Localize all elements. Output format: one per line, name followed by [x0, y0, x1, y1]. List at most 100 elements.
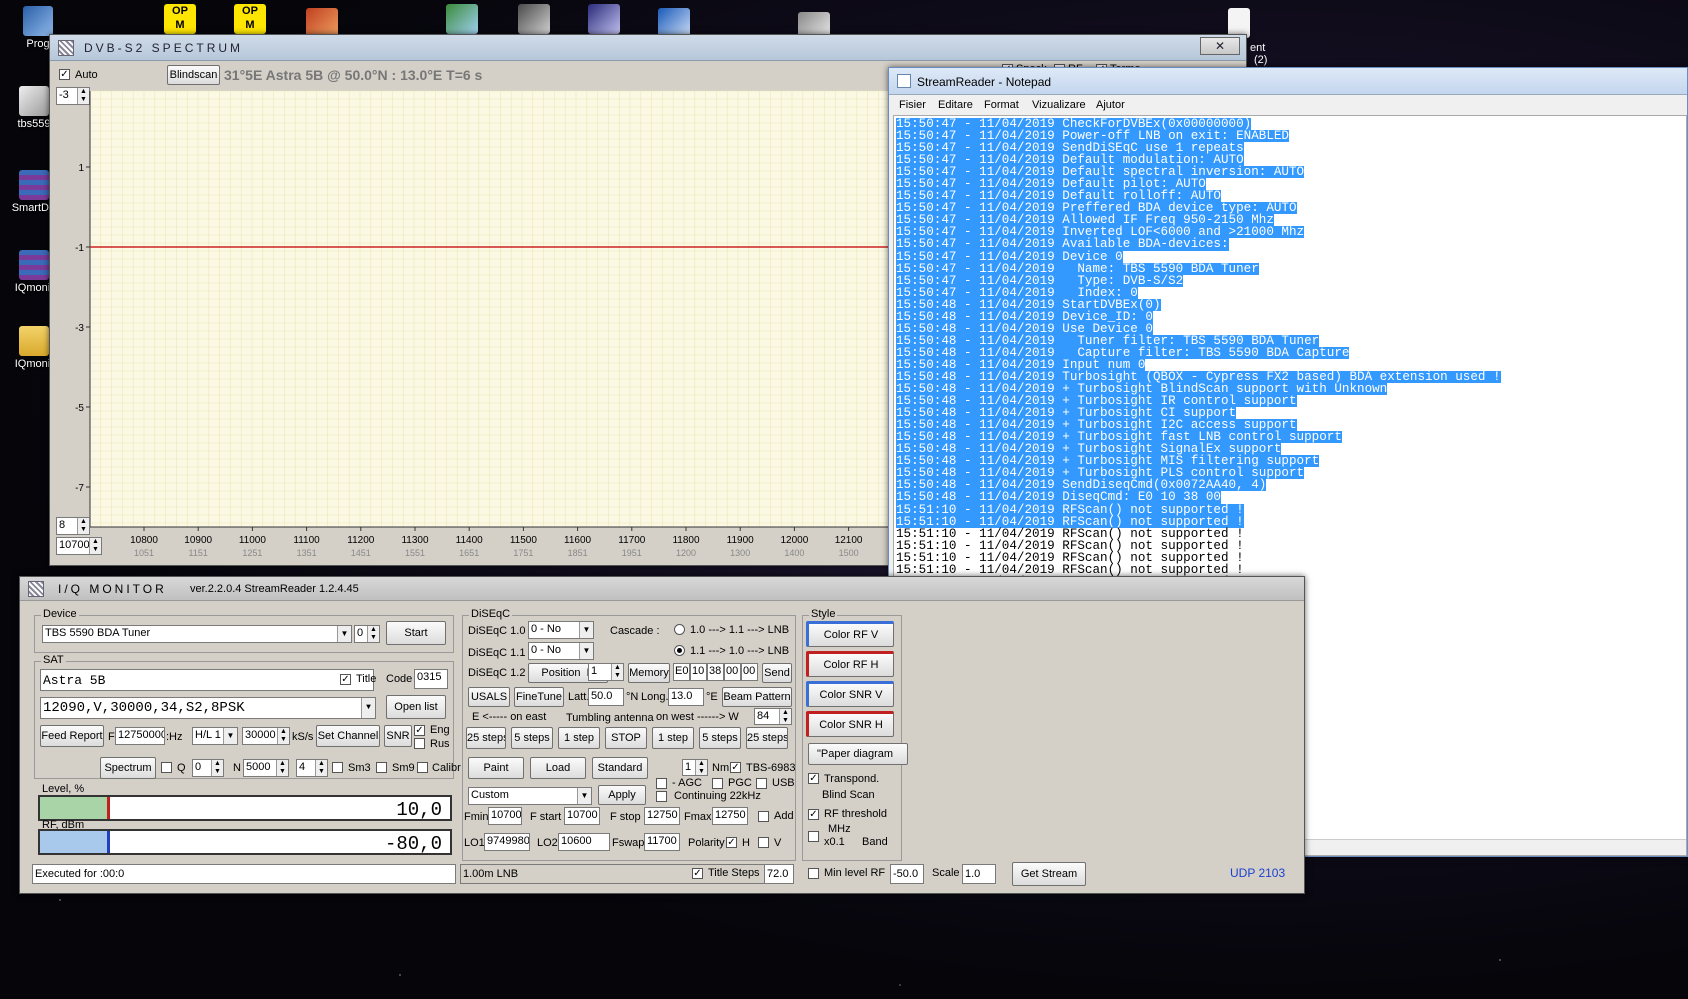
spin-arrows-icon[interactable]: ▲ ▼ [211, 760, 223, 776]
step-button[interactable]: 25 steps [746, 727, 788, 749]
calibr-checkbox[interactable] [417, 762, 428, 773]
continuing-22khz-checkbox[interactable] [656, 791, 667, 802]
cascade-11-10-radio[interactable] [674, 645, 685, 656]
chevron-down-icon[interactable]: ▼ [361, 698, 375, 718]
auto-checkbox[interactable]: ✓ [59, 69, 70, 80]
usals-button[interactable]: USALS [468, 687, 510, 707]
polarity-v-checkbox[interactable] [758, 837, 769, 848]
chevron-down-icon[interactable]: ▼ [337, 626, 351, 642]
device-index-spin[interactable]: 0 ▲ ▼ [354, 625, 380, 643]
tbs6983-checkbox[interactable]: ✓ [730, 762, 741, 773]
agc-checkbox[interactable] [656, 778, 667, 789]
menu-help[interactable]: Ajutor [1096, 99, 1125, 111]
get-stream-button[interactable]: Get Stream [1012, 862, 1086, 886]
freq-start-spin[interactable]: 10700 ▲ ▼ [56, 537, 102, 555]
spin-arrows-icon[interactable]: ▲ ▼ [315, 760, 327, 776]
q-checkbox[interactable] [161, 762, 172, 773]
menu-view[interactable]: Vizualizare [1032, 99, 1086, 111]
spin-arrows-icon[interactable]: ▲ ▼ [277, 728, 289, 744]
nm-spin[interactable]: 1 ▲ ▼ [682, 759, 708, 776]
step-button[interactable]: 1 step [652, 727, 694, 749]
spin-arrows-icon[interactable]: ▲ ▼ [611, 664, 623, 680]
set-channel-button[interactable]: Set Channel [316, 725, 380, 747]
menu-edit[interactable]: Editare [938, 99, 973, 111]
command-byte-field[interactable]: 00 [724, 663, 741, 681]
min-level-field[interactable]: -50.0 [890, 864, 924, 884]
send-button[interactable]: Send [762, 663, 792, 683]
command-byte-field[interactable]: 38 [707, 663, 724, 681]
color-button[interactable]: Color SNR H [806, 711, 894, 737]
transpond-checkbox[interactable]: ✓ [808, 773, 819, 784]
fstart-field[interactable]: 10700 [564, 807, 600, 825]
n2-spin[interactable]: 4 ▲ ▼ [296, 759, 328, 777]
chevron-down-icon[interactable]: ▼ [577, 788, 591, 804]
spectrum-button[interactable]: Spectrum [100, 757, 156, 779]
polarity-h-checkbox[interactable]: ✓ [726, 837, 737, 848]
q-spin[interactable]: 0 ▲ ▼ [192, 759, 224, 777]
speed-spin[interactable]: 84 ▲ ▼ [754, 708, 792, 725]
n-spin[interactable]: 5000 ▲ ▼ [243, 759, 289, 777]
fmin-field[interactable]: 10700 [488, 807, 522, 825]
title-checkbox[interactable]: ✓ [340, 674, 351, 685]
paint-button[interactable]: Paint [468, 757, 524, 779]
color-button[interactable]: Color SNR V [806, 681, 894, 707]
diseqc11-select[interactable]: 0 - No ▼ [528, 642, 594, 660]
usb-checkbox[interactable] [756, 778, 767, 789]
feed-report-button[interactable]: Feed Report [40, 725, 104, 747]
open-list-button[interactable]: Open list [386, 695, 446, 719]
menu-format[interactable]: Format [984, 99, 1019, 111]
iq-title-bar[interactable]: I/Q MONITOR ver.2.2.0.4 StreamReader 1.2… [20, 577, 1304, 601]
fmax-field[interactable]: 12750 [712, 807, 748, 825]
position-spin[interactable]: 1 ▲ ▼ [588, 663, 624, 681]
load-button[interactable]: Load [530, 757, 586, 779]
range-bottom-spin[interactable]: 8 ▲ ▼ [56, 517, 90, 535]
scale-field[interactable]: 1.0 [962, 864, 996, 884]
spin-arrows-icon[interactable]: ▲ ▼ [276, 760, 288, 776]
finetune-button[interactable]: FineTune [514, 687, 564, 707]
beam-pattern-button[interactable]: Beam Pattern [722, 687, 792, 707]
standard-button[interactable]: Standard [592, 757, 648, 779]
satellite-shortcut-icon[interactable] [588, 4, 620, 34]
symbol-rate-spin[interactable]: 30000 ▲ ▼ [242, 727, 290, 745]
rus-checkbox[interactable] [414, 738, 425, 749]
title-steps-checkbox[interactable]: ✓ [692, 868, 703, 879]
command-byte-field[interactable]: E0 [673, 663, 690, 681]
stop-button[interactable]: STOP [605, 727, 647, 749]
start-button[interactable]: Start [386, 621, 446, 645]
step-button[interactable]: 5 steps [511, 727, 553, 749]
satellite-shortcut-icon[interactable] [518, 4, 550, 34]
command-byte-field[interactable]: 10 [690, 663, 707, 681]
cascade-10-11-radio[interactable] [674, 624, 685, 635]
chevron-down-icon[interactable]: ▼ [579, 643, 593, 659]
shortcut-icon[interactable] [446, 4, 478, 34]
memory-button[interactable]: Memory [628, 663, 670, 683]
sm9-checkbox[interactable] [376, 762, 387, 773]
spin-arrows-icon[interactable]: ▲ ▼ [89, 538, 101, 554]
frequency-field[interactable]: 12750000 [115, 727, 165, 745]
spin-arrows-icon[interactable]: ▲ ▼ [779, 709, 791, 724]
color-button[interactable]: Color RF V [806, 621, 894, 647]
pgc-checkbox[interactable] [712, 778, 723, 789]
eng-checkbox[interactable]: ✓ [414, 725, 425, 736]
notepad-title-bar[interactable]: StreamReader - Notepad [889, 68, 1687, 95]
lo1-field[interactable]: 9749980 [484, 833, 530, 851]
fstop-field[interactable]: 12750 [644, 807, 680, 825]
step-button[interactable]: 1 step [558, 727, 600, 749]
add-checkbox[interactable] [758, 811, 769, 822]
command-byte-field[interactable]: 00 [741, 663, 758, 681]
code-field[interactable]: 0315 [414, 669, 448, 689]
menu-file[interactable]: Fisier [899, 99, 926, 111]
fswap-field[interactable]: 11700 [644, 833, 680, 851]
spin-arrows-icon[interactable]: ▲ ▼ [77, 518, 89, 534]
paper-diagram-button[interactable]: "Paper diagram [808, 743, 908, 765]
spin-arrows-icon[interactable]: ▲ ▼ [695, 760, 707, 775]
spectrum-title-bar[interactable]: DVB-S2 SPECTRUM ✕ [50, 35, 1246, 61]
lo2-field[interactable]: 10600 [558, 833, 610, 851]
snr-button[interactable]: SNR [384, 725, 412, 747]
device-select[interactable]: TBS 5590 BDA Tuner ▼ [42, 625, 352, 643]
x01-checkbox[interactable] [808, 831, 819, 842]
chevron-down-icon[interactable]: ▼ [223, 728, 237, 744]
op-shortcut-icon[interactable]: OP M [234, 4, 266, 34]
sat-name-field[interactable]: Astra 5B [40, 669, 374, 691]
latitude-field[interactable]: 50.0 [588, 688, 624, 706]
